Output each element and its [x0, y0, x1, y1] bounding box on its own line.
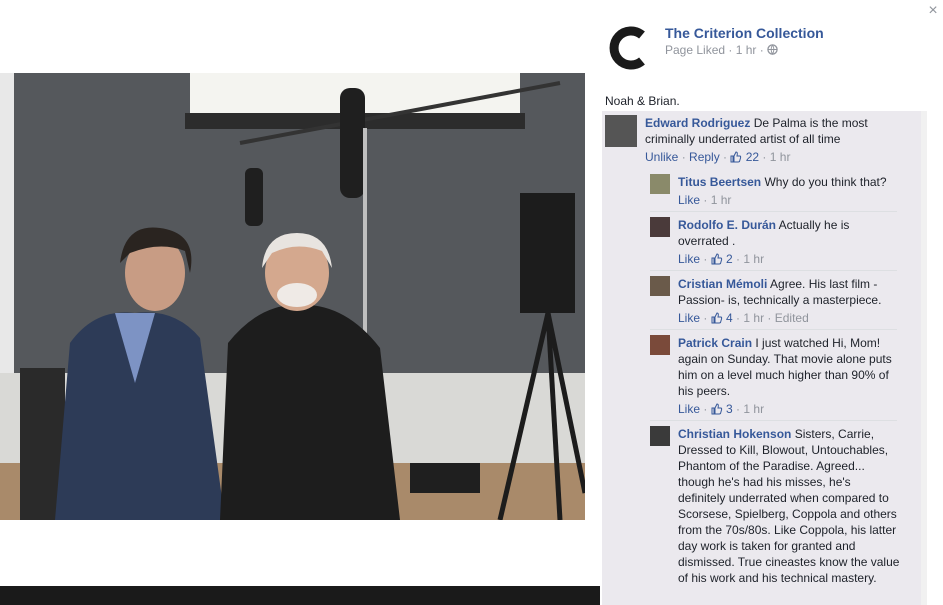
comment-time[interactable]: 1 hr	[711, 193, 732, 207]
comment-time[interactable]: 1 hr	[743, 252, 764, 266]
comment-author[interactable]: Cristian Mémoli	[678, 277, 767, 291]
criterion-c-logo-icon[interactable]	[606, 24, 654, 72]
comment-text: Sisters, Carrie, Dressed to Kill, Blowou…	[678, 427, 900, 585]
like-count[interactable]: 3	[726, 402, 733, 416]
divider	[650, 329, 897, 330]
globe-icon	[767, 44, 778, 55]
comment-author[interactable]: Patrick Crain	[678, 336, 752, 350]
comment-body: Cristian Mémoli Agree. His last film - P…	[678, 276, 900, 308]
reply-comment: Rodolfo E. Durán Actually he is overrate…	[650, 217, 900, 267]
thumbs-up-icon	[730, 151, 742, 163]
reply-comment: Titus Beertsen Why do you think that? Li…	[650, 174, 900, 208]
comment-body: Rodolfo E. Durán Actually he is overrate…	[678, 217, 900, 249]
like-count[interactable]: 4	[726, 311, 733, 325]
avatar[interactable]	[605, 115, 637, 147]
avatar[interactable]	[650, 217, 670, 237]
post-caption: Noah & Brian.	[605, 94, 680, 108]
reply-comment: Patrick Crain I just watched Hi, Mom! ag…	[650, 335, 900, 417]
avatar[interactable]	[650, 174, 670, 194]
comment-body: Patrick Crain I just watched Hi, Mom! ag…	[678, 335, 900, 399]
comment-actions: Unlike · Reply · 22 · 1 hr	[645, 150, 791, 164]
comment-text: Why do you think that?	[764, 175, 887, 189]
close-icon[interactable]: ×	[925, 3, 941, 19]
like-link[interactable]: Like	[678, 252, 700, 266]
page-meta: Page Liked · 1 hr ·	[665, 43, 778, 57]
comment: Edward Rodriguez De Palma is the most cr…	[605, 115, 905, 165]
reply-comment: Christian Hokenson Sisters, Carrie, Dres…	[650, 426, 900, 586]
comment-actions: Like · 2 · 1 hr	[678, 252, 765, 266]
like-link[interactable]: Like	[678, 311, 700, 325]
post-photo[interactable]	[0, 73, 585, 520]
comment-author[interactable]: Rodolfo E. Durán	[678, 218, 776, 232]
scrollbar[interactable]	[921, 111, 927, 605]
thumbs-up-icon	[711, 312, 722, 324]
comment-actions: Like · 4 · 1 hr · Edited	[678, 311, 809, 325]
like-link[interactable]: Like	[678, 402, 700, 416]
like-link[interactable]: Like	[678, 193, 700, 207]
comment-body: Edward Rodriguez De Palma is the most cr…	[645, 115, 905, 147]
bottom-bar	[0, 586, 600, 605]
comment-author[interactable]: Titus Beertsen	[678, 175, 761, 189]
thumbs-up-icon	[711, 253, 722, 265]
comment-time[interactable]: 1 hr	[743, 402, 764, 416]
divider	[650, 270, 897, 271]
page-name-link[interactable]: The Criterion Collection	[665, 25, 824, 41]
divider	[650, 211, 897, 212]
photo-illustration	[0, 73, 585, 520]
comment-body: Christian Hokenson Sisters, Carrie, Dres…	[678, 426, 900, 586]
comment-time[interactable]: 1 hr	[743, 311, 764, 325]
edited-label[interactable]: Edited	[775, 311, 809, 325]
comment-author[interactable]: Edward Rodriguez	[645, 116, 750, 130]
like-count[interactable]: 2	[726, 252, 733, 266]
reply-link[interactable]: Reply	[689, 150, 720, 164]
divider	[650, 420, 897, 421]
comment-actions: Like · 1 hr	[678, 193, 732, 207]
page-meta-text: Page Liked · 1 hr ·	[665, 43, 764, 57]
like-count[interactable]: 22	[746, 150, 759, 164]
comment-time[interactable]: 1 hr	[770, 150, 791, 164]
comment-actions: Like · 3 · 1 hr	[678, 402, 765, 416]
comment-author[interactable]: Christian Hokenson	[678, 427, 791, 441]
thumbs-up-icon	[711, 403, 722, 415]
unlike-link[interactable]: Unlike	[645, 150, 678, 164]
avatar[interactable]	[650, 426, 670, 446]
avatar[interactable]	[650, 276, 670, 296]
reply-comment: Cristian Mémoli Agree. His last film - P…	[650, 276, 900, 326]
comment-body: Titus Beertsen Why do you think that?	[678, 174, 900, 190]
avatar[interactable]	[650, 335, 670, 355]
